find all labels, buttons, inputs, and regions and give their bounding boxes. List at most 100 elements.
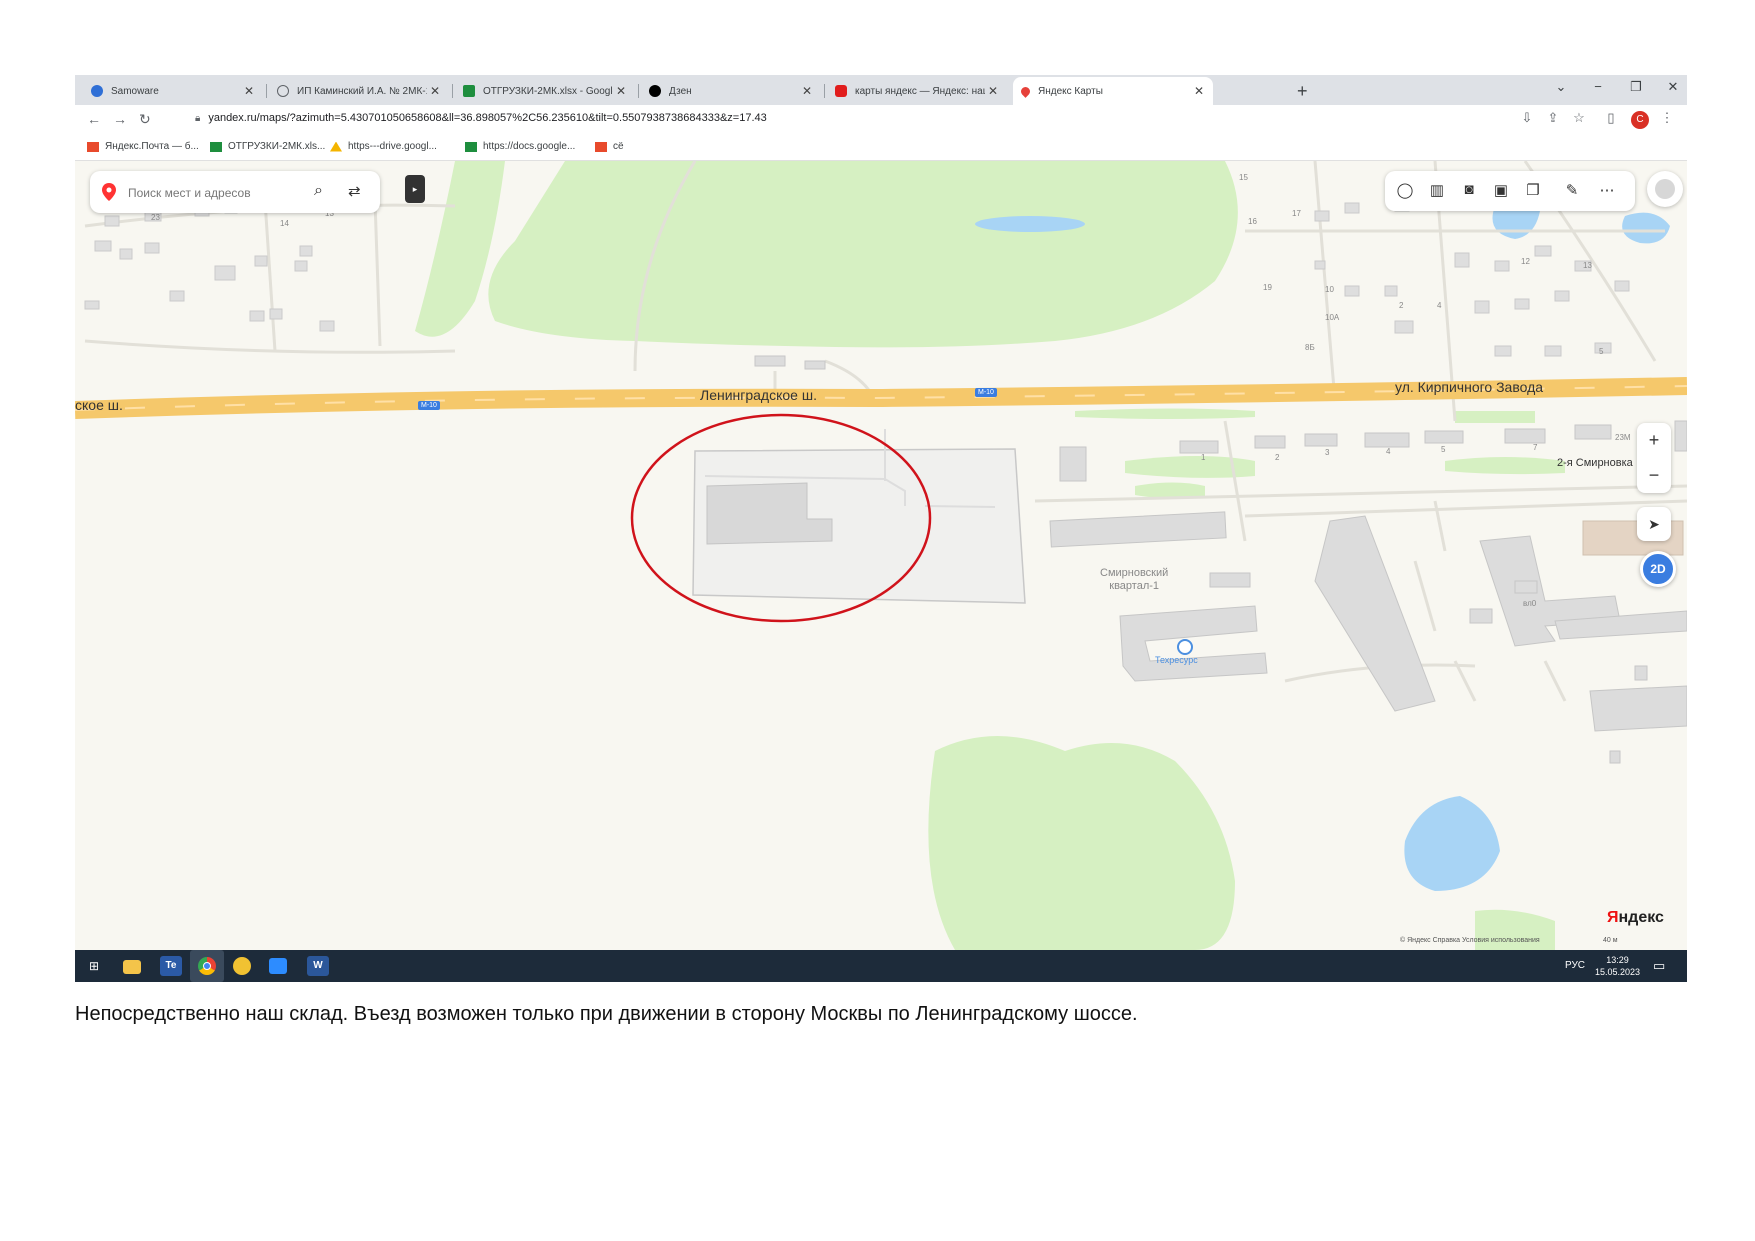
building-number-label: вл0 (1523, 599, 1537, 608)
house-number-label: 15 (1239, 173, 1248, 182)
forward-button[interactable]: → (113, 111, 127, 127)
minimize-button[interactable]: − (1583, 79, 1613, 94)
camera-icon[interactable]: ◙ (1457, 181, 1481, 198)
road-label-leningradskoe: Ленинградское ш. (700, 387, 817, 403)
tab-dzen[interactable]: Дзен ✕ (641, 77, 821, 105)
word-icon[interactable]: W (307, 956, 329, 976)
bookmark-docs[interactable]: https://docs.google... (465, 141, 575, 152)
collapse-panel-button[interactable]: ▸ (405, 175, 425, 203)
tab-yandex-search[interactable]: карты яндекс — Яндекс: нашло ✕ (827, 77, 1007, 105)
locate-button[interactable]: ➤ (1637, 507, 1671, 541)
share-icon[interactable]: ⇪ (1543, 110, 1563, 126)
document-caption: Непосредственно наш склад. Въезд возможе… (75, 1003, 1138, 1025)
close-icon[interactable]: ✕ (985, 84, 1001, 98)
panorama-icon[interactable]: ▥ (1425, 181, 1449, 199)
restore-button[interactable]: ❐ (1621, 79, 1651, 95)
map-search-input[interactable] (126, 182, 300, 204)
close-window-button[interactable]: ✕ (1658, 79, 1687, 95)
sheets-icon (210, 141, 222, 152)
close-icon[interactable]: ✕ (613, 84, 629, 98)
poi-label: Техресурс (1155, 655, 1198, 665)
house-number-label: 4 (1437, 301, 1442, 310)
tab-label: Дзен (669, 85, 692, 97)
poi-marker[interactable]: Техресурс (1155, 639, 1198, 665)
file-explorer-icon[interactable] (123, 960, 141, 974)
route-icon[interactable]: ⇄ (348, 182, 361, 200)
side-panel-icon[interactable]: ▯ (1601, 110, 1621, 126)
install-icon[interactable]: ⇩ (1517, 110, 1537, 126)
bookmark-star-icon[interactable]: ☆ (1569, 110, 1589, 126)
bookmarks-bar: Яндекс.Почта — б... ОТГРУЗКИ-2МК.xls... … (75, 135, 1687, 161)
map-layers-icon[interactable]: ❐ (1521, 181, 1545, 199)
maps-pin-icon (1019, 84, 1032, 98)
map-graphics (75, 161, 1687, 950)
map-copyright[interactable]: © Яндекс Справка Условия использования (1400, 937, 1540, 944)
zoom-app-icon[interactable] (269, 958, 287, 974)
windows-start-icon[interactable]: ⊞ (83, 956, 105, 976)
view-mode-button[interactable]: 2D (1640, 551, 1676, 587)
more-icon[interactable]: ⋯ (1595, 181, 1619, 199)
clock-date: 15.05.2023 (1595, 967, 1641, 977)
zoom-out-button[interactable]: − (1637, 458, 1671, 493)
tab-otgruzki[interactable]: ОТГРУЗКИ-2МК.xlsx - Google Та ✕ (455, 77, 635, 105)
chrome-taskbar-slot[interactable] (190, 950, 224, 982)
zoom-in-button[interactable]: + (1637, 423, 1671, 458)
reload-button[interactable]: ↻ (139, 111, 151, 128)
back-button[interactable]: ← (87, 111, 101, 127)
notification-icon[interactable]: ▭ (1653, 958, 1665, 974)
quarter-label: Смирновский квартал-1 (1100, 567, 1168, 593)
search-icon[interactable]: ⌕ (314, 182, 323, 200)
location-arrow-icon: ➤ (1648, 516, 1660, 532)
house-number-label: 7 (1533, 443, 1538, 452)
drive-icon (330, 141, 342, 152)
map-tools-bar: ◯ ▥ ◙ ▣ ❐ ✎ ⋯ (1385, 171, 1635, 211)
tab-yandex-maps[interactable]: Яндекс Карты ✕ (1013, 77, 1213, 105)
close-icon[interactable]: ✕ (241, 84, 257, 98)
house-number-label: 2 (1275, 453, 1280, 462)
green-strip (1125, 456, 1255, 478)
layers-icon[interactable]: ◯ (1393, 181, 1417, 199)
address-bar[interactable]: 🔒︎ yandex.ru/maps/?azimuth=5.430701050658… (195, 112, 767, 124)
tab-separator (824, 84, 825, 98)
close-icon[interactable]: ✕ (1191, 84, 1207, 98)
bookmark-otgruzki[interactable]: ОТГРУЗКИ-2МК.xls... (210, 141, 325, 152)
sheets-icon (465, 141, 477, 152)
app-te-icon[interactable]: Te (160, 956, 182, 976)
map-canvas[interactable]: 23 20 14 13 16 17 19 10 15 12 10А 8Б 13 … (75, 161, 1687, 950)
house-number-label: 4 (1386, 447, 1391, 456)
house-number-label: 12 (1521, 257, 1530, 266)
profile-avatar[interactable]: С (1631, 111, 1649, 129)
bookmark-label: Яндекс.Почта — б... (105, 141, 199, 152)
tab-samoware[interactable]: Samoware ✕ (83, 77, 263, 105)
new-tab-button[interactable]: + (1297, 81, 1308, 102)
road-label-kirpichnogo: ул. Кирпичного Завода (1395, 379, 1544, 395)
road-label-left: ское ш. (75, 397, 123, 413)
tab-separator (638, 84, 639, 98)
chrome-icon (198, 957, 216, 975)
ruler-icon[interactable]: ✎ (1560, 181, 1584, 199)
bookmark-label: https---drive.googl... (348, 141, 437, 152)
road-shield: М-10 (975, 388, 997, 397)
windows-taskbar: ⊞ Te W РУС 13:29 15.05.2023 ▭ (75, 950, 1687, 982)
tab-search-button[interactable]: ⌄ (1546, 79, 1576, 95)
menu-icon[interactable]: ⋮ (1657, 110, 1677, 126)
transport-icon[interactable]: ▣ (1489, 181, 1513, 199)
parcel-path (924, 505, 996, 508)
close-icon[interactable]: ✕ (427, 84, 443, 98)
bookmark-yandex-mail[interactable]: Яндекс.Почта — б... (87, 141, 199, 152)
system-clock[interactable]: 13:29 15.05.2023 (1595, 954, 1640, 978)
forest-north (488, 161, 1238, 348)
house-number-label: 1 (1201, 453, 1206, 462)
bookmark-label: сё (613, 141, 624, 152)
user-avatar[interactable] (1647, 171, 1683, 207)
bookmark-drive[interactable]: https---drive.googl... (330, 141, 437, 152)
avatar-placeholder-icon (1655, 179, 1675, 199)
language-indicator[interactable]: РУС (1565, 960, 1585, 971)
app-yellow-icon[interactable] (233, 957, 251, 975)
tab-ip-kaminsky[interactable]: ИП Каминский И.А. № 2МК-11 ✕ (269, 77, 449, 105)
sheets-icon (463, 85, 475, 97)
map-scale: 40 м (1603, 937, 1618, 944)
house-number-label: 19 (1263, 283, 1272, 292)
close-icon[interactable]: ✕ (799, 84, 815, 98)
bookmark-mail-2[interactable]: сё (595, 141, 624, 152)
